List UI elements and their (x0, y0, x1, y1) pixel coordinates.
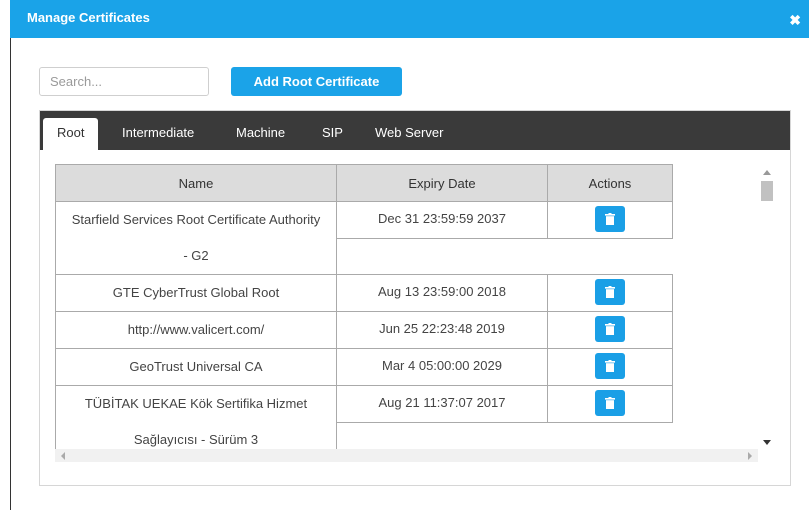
cert-actions-cell (547, 385, 673, 423)
column-header-name[interactable]: Name (55, 164, 337, 202)
search-input[interactable] (39, 67, 209, 96)
trash-icon (605, 286, 615, 298)
dialog-title-bar: Manage Certificates ✖ (10, 0, 809, 38)
tab-bar: Root Intermediate Machine SIP Web Server (40, 111, 790, 150)
tab-intermediate[interactable]: Intermediate (122, 125, 194, 140)
cert-name-cell: TÜBİTAK UEKAE Kök Sertifika Hizmet Sağlay… (55, 385, 337, 451)
delete-button[interactable] (595, 206, 625, 232)
cert-actions-cell (547, 201, 673, 239)
cert-actions-cell (547, 348, 673, 386)
dialog-title: Manage Certificates (27, 10, 150, 25)
cert-name-cell: http://www.valicert.com/ (55, 311, 337, 349)
cert-name-line: Sağlayıcısı - Sürüm 3 (133, 432, 259, 447)
tab-machine[interactable]: Machine (236, 125, 285, 140)
delete-button[interactable] (595, 279, 625, 305)
delete-button[interactable] (595, 353, 625, 379)
add-root-certificate-button[interactable]: Add Root Certificate (231, 67, 402, 96)
cert-actions-cell (547, 311, 673, 349)
table-row: Starfield Services Root Certificate Auth… (55, 201, 673, 275)
cert-expiry-cell: Jun 25 22:23:48 2019 (336, 311, 548, 349)
close-icon[interactable]: ✖ (789, 13, 801, 27)
cert-expiry-cell: Aug 21 11:37:07 2017 (336, 385, 548, 423)
cert-name-cell: GeoTrust Universal CA (55, 348, 337, 386)
certificates-table: Name Expiry Date Actions Starfield Servi… (55, 164, 673, 451)
certificates-panel: Root Intermediate Machine SIP Web Server… (39, 110, 791, 486)
column-header-actions: Actions (547, 164, 673, 202)
trash-icon (605, 360, 615, 372)
cert-name-cell: GTE CyberTrust Global Root (55, 274, 337, 312)
cert-name-line: TÜBİTAK UEKAE Kök Sertifika Hizmet (84, 396, 308, 411)
cert-expiry-cell: Mar 4 05:00:00 2029 (336, 348, 548, 386)
table-row: GTE CyberTrust Global Root Aug 13 23:59:… (55, 274, 673, 312)
cert-name-line: - G2 (183, 248, 209, 263)
scroll-down-icon[interactable] (763, 440, 771, 445)
delete-button[interactable] (595, 316, 625, 342)
cert-name-cell: Starfield Services Root Certificate Auth… (55, 201, 337, 275)
tab-root[interactable]: Root (43, 118, 99, 150)
trash-icon (605, 323, 615, 335)
table-row: GeoTrust Universal CA Mar 4 05:00:00 202… (55, 348, 673, 386)
table-row: TÜBİTAK UEKAE Kök Sertifika Hizmet Sağlay… (55, 385, 673, 451)
scroll-up-icon[interactable] (763, 170, 771, 175)
tab-sip[interactable]: SIP (322, 125, 343, 140)
scroll-right-icon[interactable] (748, 452, 752, 460)
trash-icon (605, 397, 615, 409)
table-row: http://www.valicert.com/ Jun 25 22:23:48… (55, 311, 673, 349)
cert-expiry-cell: Dec 31 23:59:59 2037 (336, 201, 548, 239)
table-header-row: Name Expiry Date Actions (55, 164, 673, 202)
cert-expiry-cell: Aug 13 23:59:00 2018 (336, 274, 548, 312)
trash-icon (605, 213, 615, 225)
cert-actions-cell (547, 274, 673, 312)
column-header-expiry[interactable]: Expiry Date (336, 164, 548, 202)
scroll-thumb[interactable] (761, 181, 773, 201)
tab-web-server[interactable]: Web Server (375, 125, 443, 140)
cert-name-line: Starfield Services Root Certificate Auth… (71, 212, 321, 227)
delete-button[interactable] (595, 390, 625, 416)
vertical-scrollbar[interactable] (760, 164, 774, 451)
window-left-border (10, 38, 11, 510)
scroll-left-icon[interactable] (61, 452, 65, 460)
horizontal-scrollbar[interactable] (55, 449, 758, 462)
certificates-table-viewport: Name Expiry Date Actions Starfield Servi… (55, 164, 673, 451)
